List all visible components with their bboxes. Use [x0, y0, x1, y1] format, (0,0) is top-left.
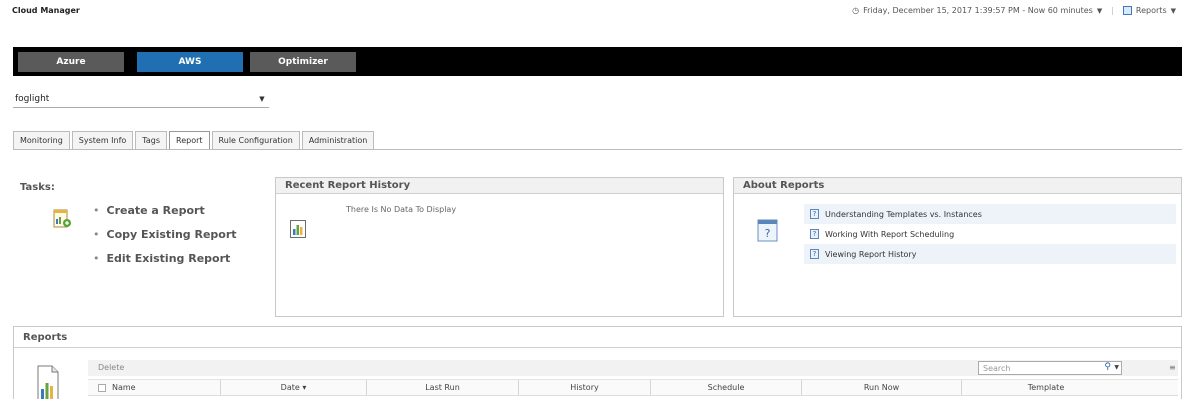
- panel-title: Reports: [14, 327, 1181, 348]
- main-nav: Azure AWS Optimizer: [13, 47, 1182, 76]
- reports-icon: [37, 365, 59, 399]
- task-label: Edit Existing Report: [106, 252, 231, 265]
- reports-menu-icon: [1122, 6, 1132, 15]
- empty-state-text: There Is No Data To Display: [346, 205, 457, 214]
- chevron-down-icon[interactable]: ▼: [1171, 7, 1176, 15]
- help-icon: ?: [810, 209, 819, 219]
- reports-toolbar: Delete Search ⚲ ▼ ≡: [88, 360, 1178, 376]
- help-link-label: Viewing Report History: [825, 249, 917, 259]
- create-report-link[interactable]: • Create a Report: [93, 204, 237, 228]
- nav-tab-optimizer[interactable]: Optimizer: [250, 52, 356, 72]
- tab-rule-configuration[interactable]: Rule Configuration: [211, 131, 300, 149]
- reports-panel: Reports Delete Search ⚲ ▼ ≡ Name Date ▾ …: [13, 326, 1182, 399]
- table-header: Name Date ▾ Last Run History Schedule Ru…: [88, 379, 1178, 396]
- help-link[interactable]: ? Viewing Report History: [804, 244, 1176, 264]
- tab-administration[interactable]: Administration: [301, 131, 375, 149]
- tab-monitoring[interactable]: Monitoring: [13, 131, 70, 149]
- header-right: ◷ Friday, December 15, 2017 1:39:57 PM -…: [852, 6, 1176, 15]
- task-label: Create a Report: [106, 204, 205, 217]
- search-icon[interactable]: ⚲: [1104, 362, 1111, 372]
- tab-strip: Monitoring System Info Tags Report Rule …: [13, 131, 376, 149]
- column-header-name[interactable]: Name: [88, 380, 221, 395]
- report-wizard-icon: [53, 209, 71, 228]
- recent-report-history-panel: Recent Report History There Is No Data T…: [275, 177, 724, 317]
- tab-report[interactable]: Report: [169, 131, 210, 149]
- edit-report-link[interactable]: • Edit Existing Report: [93, 252, 237, 276]
- tab-tags[interactable]: Tags: [135, 131, 168, 149]
- search-placeholder: Search: [983, 363, 1011, 373]
- column-header-last-run[interactable]: Last Run: [367, 380, 519, 395]
- copy-report-link[interactable]: • Copy Existing Report: [93, 228, 237, 252]
- chevron-down-icon[interactable]: ▼: [255, 95, 269, 103]
- foglight-selector[interactable]: foglight ▼: [13, 90, 269, 108]
- top-header: Cloud Manager ◷ Friday, December 15, 201…: [0, 0, 1182, 22]
- app-title: Cloud Manager: [12, 6, 80, 15]
- task-label: Copy Existing Report: [106, 228, 237, 241]
- column-header-run-now[interactable]: Run Now: [802, 380, 962, 395]
- chevron-down-icon[interactable]: ▼: [1097, 7, 1102, 15]
- report-icon: [290, 220, 306, 238]
- help-link[interactable]: ? Working With Report Scheduling: [804, 224, 1176, 244]
- chevron-down-icon[interactable]: ▼: [1114, 364, 1119, 371]
- svg-text:?: ?: [765, 227, 771, 240]
- search-input[interactable]: Search ⚲ ▼: [978, 361, 1122, 375]
- about-reports-panel: About Reports ? ? Understanding Template…: [733, 177, 1182, 317]
- panel-title: About Reports: [734, 178, 1181, 194]
- column-settings-icon[interactable]: ≡: [1169, 363, 1176, 372]
- time-range-selector[interactable]: Friday, December 15, 2017 1:39:57 PM - N…: [863, 6, 1093, 15]
- column-header-date[interactable]: Date ▾: [221, 380, 367, 395]
- help-document-icon: ?: [757, 219, 778, 242]
- column-header-template[interactable]: Template: [962, 380, 1130, 395]
- delete-button[interactable]: Delete: [98, 363, 124, 372]
- help-link-label: Understanding Templates vs. Instances: [825, 209, 982, 219]
- task-list: • Create a Report • Copy Existing Report •…: [93, 204, 237, 276]
- nav-tab-aws[interactable]: AWS: [137, 52, 243, 72]
- clock-icon: ◷: [852, 6, 860, 15]
- column-header-history[interactable]: History: [519, 380, 651, 395]
- divider: |: [1111, 6, 1114, 15]
- help-links: ? Understanding Templates vs. Instances …: [804, 204, 1176, 264]
- divider: [13, 149, 1182, 150]
- panel-title: Recent Report History: [276, 178, 723, 194]
- help-link-label: Working With Report Scheduling: [825, 229, 955, 239]
- help-link[interactable]: ? Understanding Templates vs. Instances: [804, 204, 1176, 224]
- tasks-title: Tasks:: [20, 182, 55, 193]
- selector-value: foglight: [15, 93, 50, 104]
- help-icon: ?: [810, 229, 819, 239]
- select-all-checkbox[interactable]: [98, 383, 106, 392]
- column-label: Name: [112, 383, 136, 392]
- reports-menu[interactable]: Reports: [1136, 6, 1167, 15]
- column-header-schedule[interactable]: Schedule: [651, 380, 802, 395]
- tab-system-info[interactable]: System Info: [71, 131, 134, 149]
- nav-tab-azure[interactable]: Azure: [18, 52, 124, 72]
- help-icon: ?: [810, 249, 819, 259]
